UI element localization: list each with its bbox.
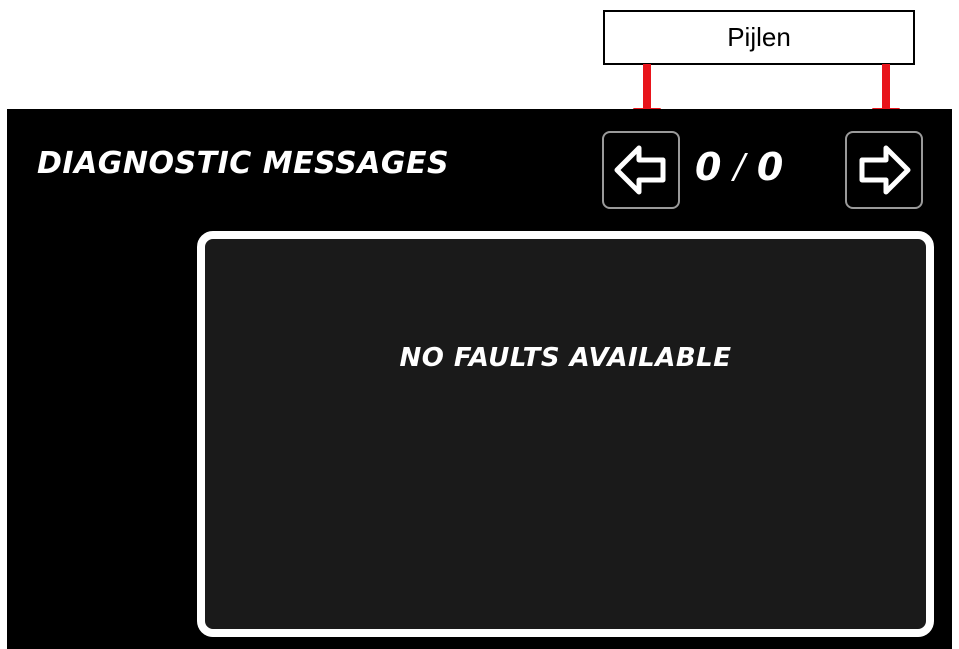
counter-current: 0: [695, 145, 722, 189]
callout-label-box: Pijlen: [603, 10, 915, 65]
screen-title: DIAGNOSTIC MESSAGES: [37, 146, 450, 181]
annotated-screenshot: Pijlen DIAGNOSTIC MESSAGES 0 / 0 NO FAUL…: [0, 0, 959, 649]
fault-message-panel: NO FAULTS AVAILABLE: [197, 231, 934, 637]
counter-total: 0: [756, 145, 784, 189]
device-screen: DIAGNOSTIC MESSAGES 0 / 0 NO FAULTS AVAI…: [7, 109, 952, 649]
message-counter: 0 / 0: [695, 145, 835, 189]
counter-separator: /: [733, 147, 745, 187]
previous-message-button[interactable]: [602, 131, 680, 209]
next-message-button[interactable]: [845, 131, 923, 209]
arrow-left-icon: [614, 145, 666, 195]
callout-label: Pijlen: [727, 22, 791, 52]
fault-message: NO FAULTS AVAILABLE: [399, 343, 732, 373]
arrow-right-icon: [859, 145, 911, 195]
